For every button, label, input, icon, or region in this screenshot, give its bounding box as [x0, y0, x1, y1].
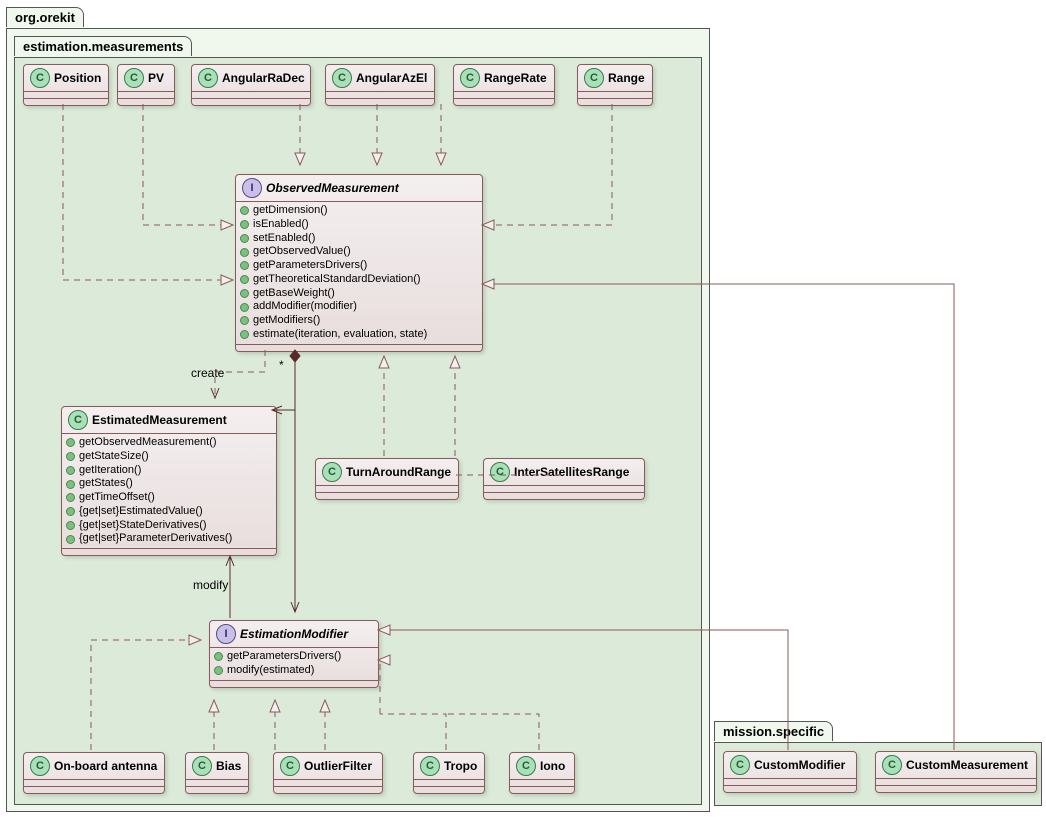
interface-name: ObservedMeasurement [266, 181, 399, 195]
class-name: TurnAroundRange [346, 465, 451, 479]
package-tab-mission: mission.specific [714, 721, 833, 741]
class-pv: C PV [117, 64, 175, 106]
class-badge: C [460, 68, 480, 88]
interface-badge: I [216, 624, 236, 644]
class-name: Tropo [444, 759, 477, 773]
class-range: C Range [577, 64, 653, 106]
interface-name: EstimationModifier [240, 627, 348, 641]
interface-badge: I [242, 178, 262, 198]
class-badge: C [882, 755, 902, 775]
class-name: Range [608, 71, 645, 85]
class-name: Position [54, 71, 101, 85]
class-iono: C Iono [509, 752, 575, 794]
class-angular-azel: C AngularAzEl [325, 64, 435, 106]
class-badge: C [30, 68, 50, 88]
class-position: C Position [23, 64, 109, 106]
class-name: OutlierFilter [304, 759, 372, 773]
class-name: AngularAzEl [356, 71, 427, 85]
interface-estimation-modifier: I EstimationModifier getParametersDriver… [209, 620, 379, 688]
class-name: InterSatellitesRange [514, 465, 629, 479]
class-badge: C [420, 756, 440, 776]
estimation-modifier-methods: getParametersDrivers() modify(estimated) [210, 648, 378, 680]
class-badge: C [490, 462, 510, 482]
class-name: RangeRate [484, 71, 547, 85]
class-badge: C [68, 410, 88, 430]
class-badge: C [124, 68, 144, 88]
class-custom-modifier: C CustomModifier [723, 751, 857, 793]
class-name: EstimatedMeasurement [92, 413, 227, 427]
class-bias: C Bias [185, 752, 249, 794]
class-badge: C [516, 756, 536, 776]
class-outlier-filter: C OutlierFilter [273, 752, 383, 794]
class-angular-radec: C AngularRaDec [191, 64, 311, 106]
class-badge: C [730, 755, 750, 775]
class-name: AngularRaDec [222, 71, 305, 85]
class-name: Iono [540, 759, 565, 773]
class-badge: C [332, 68, 352, 88]
class-badge: C [280, 756, 300, 776]
class-turn-around-range: C TurnAroundRange [315, 458, 459, 500]
package-tab-inner: estimation.measurements [14, 36, 192, 56]
class-badge: C [30, 756, 50, 776]
label-create: create [191, 366, 224, 380]
class-name: On-board antenna [54, 759, 157, 773]
class-range-rate: C RangeRate [453, 64, 555, 106]
observed-measurement-methods: getDimension() isEnabled() setEnabled() … [236, 202, 482, 344]
class-name: CustomModifier [754, 758, 845, 772]
class-name: PV [148, 71, 164, 85]
package-mission-specific: mission.specific C CustomModifier C Cust… [714, 742, 1042, 806]
class-tropo: C Tropo [413, 752, 485, 794]
package-org-orekit: org.orekit estimation.measurements C Pos… [6, 28, 710, 812]
package-tab-outer: org.orekit [6, 7, 84, 27]
class-name: CustomMeasurement [906, 758, 1028, 772]
package-estimation-measurements: estimation.measurements C Position C PV … [14, 57, 702, 805]
class-estimated-measurement: C EstimatedMeasurement getObservedMeasur… [61, 406, 277, 556]
class-inter-satellites-range: C InterSatellitesRange [483, 458, 645, 500]
estimated-measurement-methods: getObservedMeasurement() getStateSize() … [62, 434, 276, 548]
class-name: Bias [216, 759, 241, 773]
class-badge: C [322, 462, 342, 482]
class-badge: C [198, 68, 218, 88]
label-create-mult: * [279, 358, 284, 372]
class-badge: C [584, 68, 604, 88]
class-badge: C [192, 756, 212, 776]
label-modify: modify [193, 578, 228, 592]
interface-observed-measurement: I ObservedMeasurement getDimension() isE… [235, 174, 483, 352]
class-custom-measurement: C CustomMeasurement [875, 751, 1037, 793]
class-on-board-antenna: C On-board antenna [23, 752, 165, 794]
